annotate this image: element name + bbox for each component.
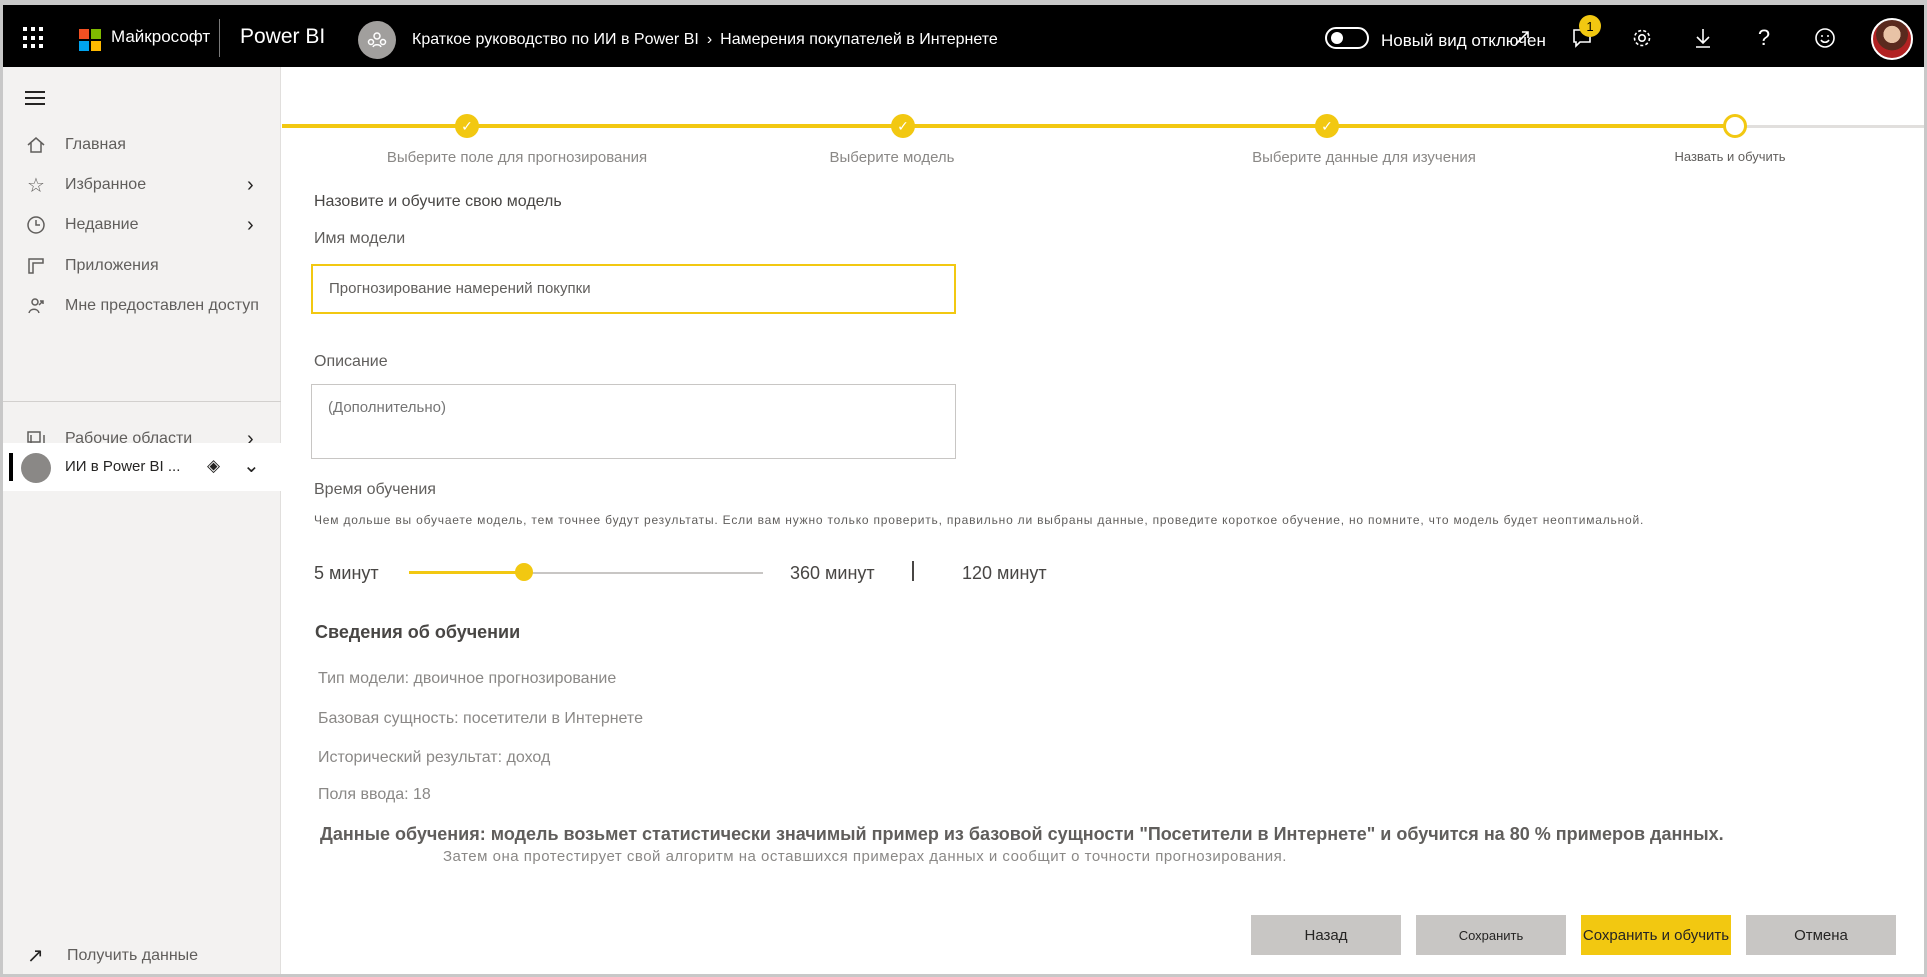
training-data-summary: Данные обучения: модель возьмет статисти… (320, 824, 1724, 844)
training-data-subtext: Затем она протестирует свой алгоритм на … (443, 848, 1287, 865)
breadcrumb: Краткое руководство по ИИ в Power BI › Нам… (412, 31, 998, 49)
section-title: Назовите и обучите свою модель (314, 193, 562, 210)
shared-icon (25, 295, 47, 317)
model-type-text: Тип модели: двоичное прогнозирование (318, 670, 617, 687)
breadcrumb-separator: › (706, 31, 713, 48)
step-2-check-icon[interactable]: ✓ (891, 114, 915, 138)
back-button[interactable]: Назад (1251, 915, 1401, 955)
training-time-help: Чем дольше вы обучаете модель, тем точне… (314, 513, 1645, 527)
save-button[interactable]: Сохранить (1416, 915, 1566, 955)
sidebar-item-label: Приложения (65, 257, 159, 274)
clock-icon (25, 214, 47, 236)
model-name-input[interactable]: Прогнозирование намерений покупки (311, 264, 956, 314)
sidebar-divider (3, 401, 281, 402)
save-and-train-button[interactable]: Сохранить и обучить (1581, 915, 1731, 955)
breadcrumb-workspace[interactable]: Краткое руководство по ИИ в Power BI (412, 31, 699, 48)
slider-separator (912, 561, 914, 581)
brand-name[interactable]: Майкрософт (111, 27, 210, 47)
sidebar-item-current-workspace[interactable]: ИИ в Power BI ... ◈ ⌄ (3, 443, 281, 491)
step-2-label[interactable]: Выберите модель (830, 149, 955, 166)
description-input[interactable] (311, 384, 956, 459)
step-1-label[interactable]: Выберите поле для прогнозирования (387, 149, 647, 166)
step-4-current-icon[interactable] (1723, 114, 1747, 138)
sidebar-item-recent[interactable]: Недавние › (3, 203, 281, 247)
star-icon: ☆ (27, 174, 45, 197)
download-icon[interactable] (1690, 25, 1716, 51)
settings-icon[interactable] (1629, 25, 1655, 51)
training-info-title: Сведения об обучении (315, 622, 521, 642)
premium-diamond-icon: ◈ (207, 456, 221, 475)
get-data-label: Получить данные (67, 947, 199, 964)
hamburger-menu-icon[interactable] (25, 91, 45, 105)
microsoft-logo-icon (79, 29, 101, 51)
top-bar: Майкрософт Power BI Краткое руководство … (3, 5, 1924, 67)
sidebar-item-home[interactable]: Главная (3, 123, 281, 167)
current-workspace-label: ИИ в Power BI ... (65, 458, 181, 475)
sidebar-item-label: Главная (65, 136, 126, 153)
description-label: Описание (314, 353, 388, 370)
sidebar-item-apps[interactable]: Приложения (3, 244, 281, 288)
training-time-label: Время обучения (314, 481, 436, 498)
toggle-knob (1331, 32, 1343, 44)
sidebar: Главная ☆ Избранное › Недавние › Приложе… (3, 67, 281, 974)
training-time-slider[interactable] (409, 563, 763, 581)
feedback-icon[interactable] (1812, 25, 1838, 51)
stepper-progress-line (282, 124, 1735, 128)
home-icon (25, 134, 47, 156)
waffle-icon[interactable] (23, 27, 45, 49)
chevron-right-icon[interactable]: › (247, 174, 254, 197)
sidebar-item-shared[interactable]: Мне предоставлен доступ (3, 284, 281, 328)
step-4-label: Назвать и обучить (1674, 149, 1786, 164)
slider-fill (409, 571, 524, 574)
sidebar-item-label: Избранное (65, 176, 147, 193)
stepper-remaining-line (1735, 125, 1924, 128)
model-name-label: Имя модели (314, 230, 406, 247)
sidebar-item-label: Мне предоставлен доступ (65, 297, 259, 314)
slider-min-label: 5 минут (314, 563, 379, 583)
workspace-icon (21, 453, 51, 483)
help-icon[interactable]: ? (1751, 25, 1777, 51)
user-avatar[interactable] (1871, 18, 1913, 60)
app-window: Майкрософт Power BI Краткое руководство … (0, 0, 1927, 977)
chevron-right-icon[interactable]: › (247, 214, 254, 237)
sidebar-item-label: Недавние (65, 216, 139, 233)
base-entity-text: Базовая сущность: посетители в Интернете (318, 710, 643, 727)
workspace-avatar-icon (358, 21, 396, 59)
expand-icon[interactable] (1509, 25, 1535, 51)
sidebar-item-favorites[interactable]: ☆ Избранное › (3, 163, 281, 207)
new-look-toggle[interactable] (1325, 27, 1369, 49)
historic-result-text: Исторический результат: доход (318, 749, 551, 766)
step-3-label[interactable]: Выберите данные для изучения (1252, 149, 1476, 166)
input-fields-text: Поля ввода: 18 (318, 786, 431, 803)
notification-badge: 1 (1579, 15, 1601, 37)
chevron-down-icon[interactable]: ⌄ (243, 453, 260, 478)
step-3-check-icon[interactable]: ✓ (1315, 114, 1339, 138)
apps-icon (25, 255, 47, 277)
breadcrumb-page: Намерения покупателей в Интернете (720, 31, 998, 48)
arrow-up-right-icon: ↗ (27, 945, 44, 967)
slider-value-label: 120 минут (962, 563, 1047, 583)
main-content: ✓ ✓ ✓ Выберите поле для прогнозирования … (282, 67, 1924, 974)
get-data-button[interactable]: ↗ Получить данные (3, 933, 281, 974)
active-indicator (9, 453, 13, 481)
slider-max-label: 360 минут (790, 563, 875, 583)
step-1-check-icon[interactable]: ✓ (455, 114, 479, 138)
slider-thumb[interactable] (514, 563, 533, 581)
app-name[interactable]: Power BI (240, 25, 325, 49)
topbar-divider (219, 19, 220, 57)
cancel-button[interactable]: Отмена (1746, 915, 1896, 955)
